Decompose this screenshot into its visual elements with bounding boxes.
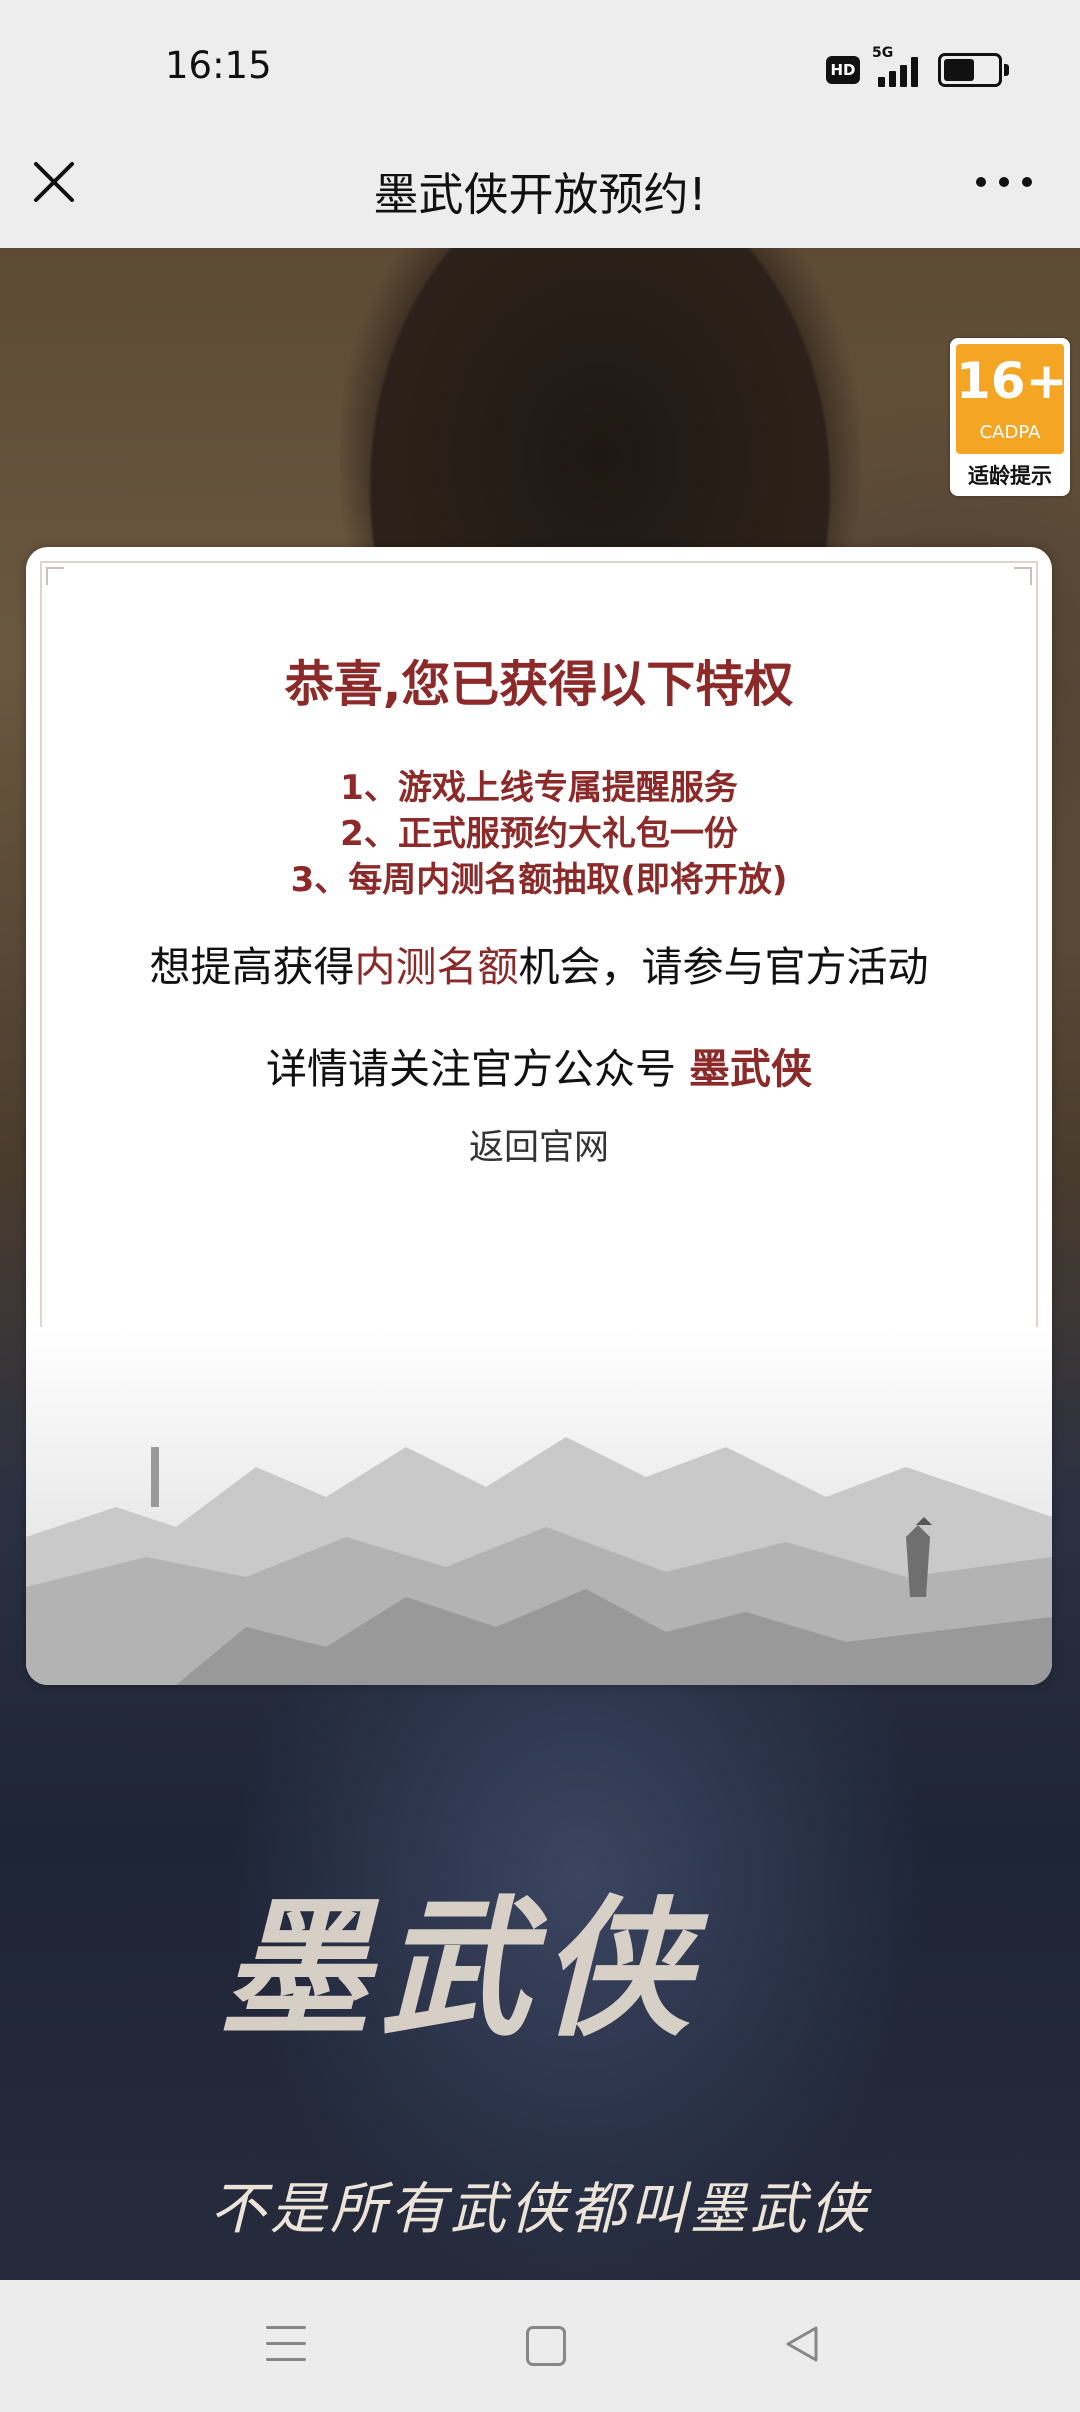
reservation-success-dialog: 恭喜,您已获得以下特权 1、游戏上线专属提醒服务 2、正式服预约大礼包一份 3、… bbox=[26, 547, 1052, 1685]
privilege-item: 1、游戏上线专属提醒服务 bbox=[340, 768, 738, 808]
menu-icon[interactable] bbox=[266, 2326, 306, 2364]
more-icon[interactable] bbox=[976, 170, 1032, 194]
privilege-item: 2、正式服预约大礼包一份 bbox=[340, 814, 738, 854]
back-icon[interactable] bbox=[780, 2322, 824, 2366]
slogan: 不是所有武侠都叫墨武侠 bbox=[210, 2177, 870, 2242]
follow-prefix: 详情请关注官方公众号 bbox=[265, 1045, 690, 1093]
network-label: 5G bbox=[872, 45, 894, 61]
promo-highlight: 内测名额 bbox=[354, 943, 519, 991]
privilege-list: 1、游戏上线专属提醒服务 2、正式服预约大礼包一份 3、每周内测名额抽取(即将开… bbox=[26, 765, 1052, 903]
promo-prefix: 想提高获得 bbox=[149, 943, 355, 991]
status-bar: 16:15 HD 5G bbox=[0, 0, 1080, 140]
age-rating-badge: 16+ CADPA 适龄提示 bbox=[950, 338, 1070, 496]
follow-text: 详情请关注官方公众号 墨武侠 bbox=[26, 1035, 1052, 1095]
promo-suffix: 机会，请参与官方活动 bbox=[518, 943, 929, 991]
status-time: 16:15 bbox=[165, 44, 272, 87]
mountain-illustration bbox=[26, 1327, 1052, 1685]
age-rating: 16+ bbox=[956, 352, 1068, 410]
battery-icon bbox=[938, 53, 1009, 87]
page-title: 墨武侠开放预约! bbox=[373, 168, 707, 221]
back-to-site-link[interactable]: 返回官网 bbox=[26, 1119, 1052, 1170]
official-account-name: 墨武侠 bbox=[689, 1045, 813, 1093]
privilege-item: 3、每周内测名额抽取(即将开放) bbox=[290, 860, 788, 900]
hd-icon: HD bbox=[826, 56, 860, 84]
dialog-title: 恭喜,您已获得以下特权 bbox=[284, 656, 794, 713]
signal-icon: 5G bbox=[872, 45, 926, 89]
status-icons: HD 5G bbox=[826, 45, 1009, 90]
rating-label: 适龄提示 bbox=[968, 464, 1052, 488]
game-logo: 墨武侠 bbox=[220, 1881, 701, 2057]
rating-org: CADPA bbox=[979, 422, 1041, 443]
promo-text: 想提高获得内测名额机会，请参与官方活动 bbox=[26, 933, 1052, 993]
home-icon[interactable] bbox=[526, 2326, 566, 2366]
